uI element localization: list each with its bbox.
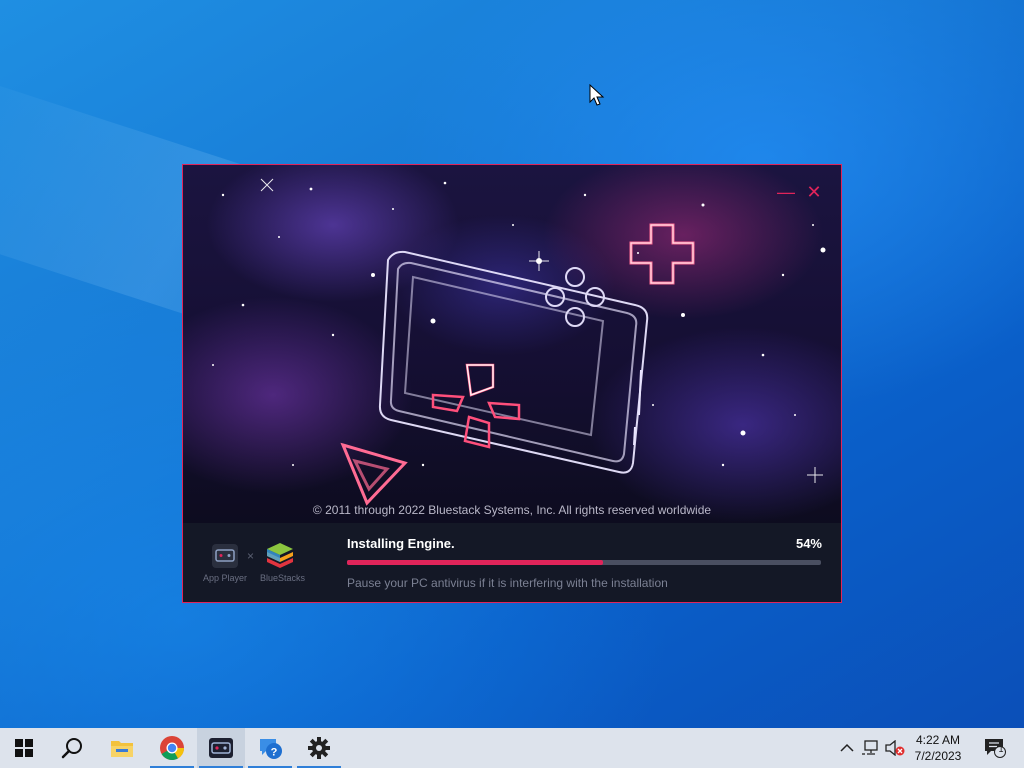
install-status-title: Installing Engine. [347,536,455,551]
bluestacks-caption: BlueStacks [260,573,306,583]
taskbar: ? 4:22 AM 7/2/2023 1 [0,728,1024,768]
desktop: — ✕ © 2011 through 2022 Bluestack System… [0,0,1024,728]
close-button[interactable]: ✕ [803,181,825,203]
chrome-button[interactable] [148,728,196,768]
copyright-notice: © 2011 through 2022 Bluestack Systems, I… [312,503,712,517]
bluestacks-app-player-icon [209,738,233,758]
logo-separator: × [247,549,255,563]
bluestacks-logo [267,543,293,568]
close-icon: ✕ [806,182,822,202]
chrome-icon [160,736,184,761]
bluestacks-app-player-button[interactable] [197,728,245,768]
installer-hero-artwork: — ✕ © 2011 through 2022 Bluestack System… [183,165,841,523]
network-button[interactable] [861,738,881,758]
windows-logo-icon [15,739,33,757]
file-explorer-button[interactable] [98,728,146,768]
help-chat-icon: ? [260,739,282,759]
svg-text:?: ? [271,747,278,759]
app-player-caption: App Player [203,573,248,583]
mouse-cursor-icon [589,84,605,106]
start-button[interactable] [0,728,48,768]
minimize-icon: — [777,182,795,202]
network-icon [862,740,878,755]
antivirus-hint: Pause your PC antivirus if it is interfe… [347,576,668,590]
space-artwork-illustration [212,178,826,506]
search-icon [61,738,82,759]
notification-count: 1 [998,744,1004,754]
gear-icon [308,737,330,759]
show-hidden-icons-button[interactable] [837,738,857,758]
clock-time: 4:22 AM [915,733,961,747]
install-progress-percent: 54% [795,536,822,551]
bluestacks-installer-window: — ✕ © 2011 through 2022 Bluestack System… [182,164,842,603]
install-progress-fill [347,560,603,565]
chevron-up-icon [840,743,854,752]
folder-icon [111,741,133,757]
get-help-button[interactable]: ? [246,728,294,768]
search-button[interactable] [48,728,96,768]
minimize-button[interactable]: — [775,181,797,203]
installer-footer: App Player × BlueStacks Installing Engin… [183,523,841,602]
install-progress-bar [347,560,821,565]
settings-button[interactable] [295,728,343,768]
app-player-logo [212,544,238,568]
clock[interactable]: 4:22 AM 7/2/2023 [902,732,974,764]
clock-date: 7/2/2023 [914,749,962,763]
action-center-button[interactable]: 1 [982,736,1008,760]
